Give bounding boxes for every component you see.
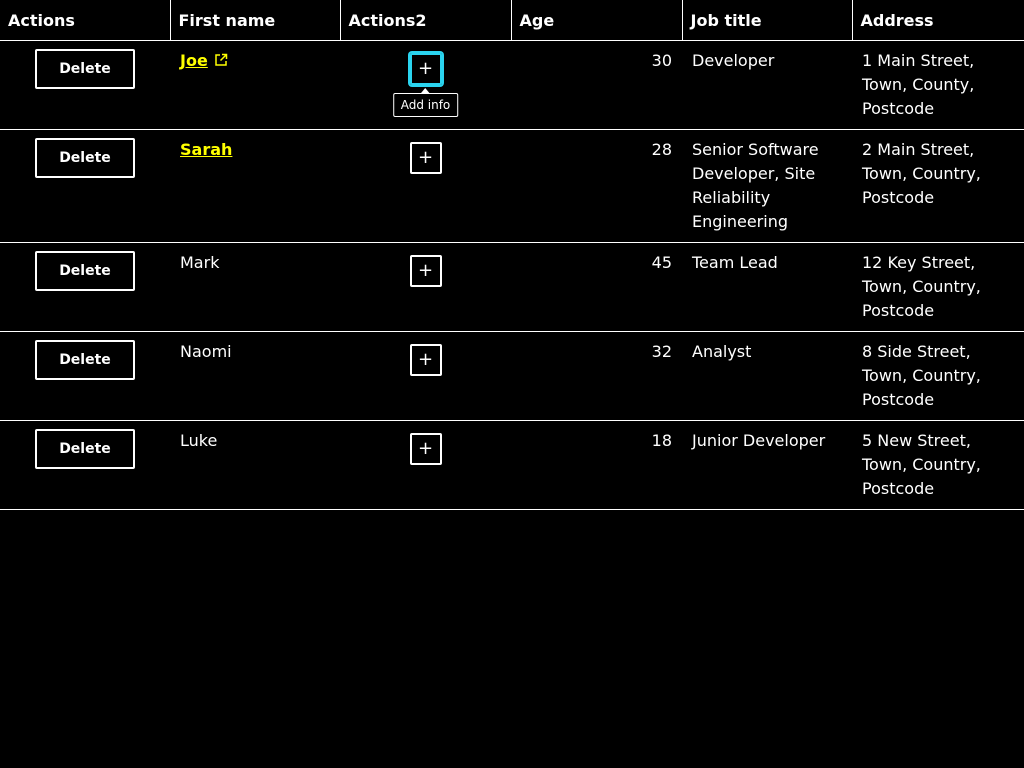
add-info-button[interactable]: + — [409, 433, 442, 465]
age-cell: 30 — [511, 40, 682, 130]
column-header-address: Address — [852, 0, 1024, 41]
people-table: Actions First name Actions2 Age Job titl… — [0, 0, 1024, 510]
age-cell: 32 — [511, 331, 682, 421]
table-row: Delete Mark + 45 Team Lead 12 Key Street… — [0, 242, 1024, 332]
column-header-job-title: Job title — [682, 0, 853, 41]
address-cell: 8 Side Street, Town, Country, Postcode — [852, 331, 1024, 421]
job-title-cell: Team Lead — [682, 242, 852, 332]
actions2-cell: + Add info — [340, 40, 511, 130]
actions2-cell: + — [340, 242, 511, 332]
external-link-icon — [214, 50, 228, 74]
actions2-cell: + — [340, 331, 511, 421]
table-row: Delete Naomi + 32 Analyst 8 Side Street,… — [0, 331, 1024, 421]
table-row: Delete Joe + Add info 30 Developer 1 Mai… — [0, 40, 1024, 130]
address-cell: 1 Main Street, Town, County, Postcode — [852, 40, 1024, 130]
age-cell: 45 — [511, 242, 682, 332]
add-info-button[interactable]: + — [409, 255, 442, 287]
age-cell: 28 — [511, 129, 682, 243]
first-name-link[interactable]: Joe — [180, 51, 208, 70]
actions2-cell: + — [340, 420, 511, 510]
first-name-cell: Joe — [170, 40, 340, 130]
address-cell: 2 Main Street, Town, Country, Postcode — [852, 129, 1024, 243]
first-name-cell: Naomi — [170, 331, 340, 421]
delete-button[interactable]: Delete — [35, 429, 135, 469]
column-header-actions2: Actions2 — [340, 0, 512, 41]
column-header-first-name: First name — [170, 0, 341, 41]
job-title-cell: Senior Software Developer, Site Reliabil… — [682, 129, 852, 243]
address-cell: 5 New Street, Town, Country, Postcode — [852, 420, 1024, 510]
actions-cell: Delete — [0, 420, 170, 510]
job-title-cell: Developer — [682, 40, 852, 130]
first-name-cell: Mark — [170, 242, 340, 332]
column-header-actions: Actions — [0, 0, 171, 41]
delete-button[interactable]: Delete — [35, 138, 135, 178]
add-info-button[interactable]: + — [409, 142, 442, 174]
add-info-button[interactable]: + — [409, 53, 442, 85]
add-info-tooltip: Add info — [392, 88, 459, 117]
first-name-cell: Luke — [170, 420, 340, 510]
header-row: Actions First name Actions2 Age Job titl… — [0, 0, 1024, 41]
table-row: Delete Sarah + 28 Senior Software Develo… — [0, 129, 1024, 243]
table-row: Delete Luke + 18 Junior Developer 5 New … — [0, 420, 1024, 510]
column-header-age: Age — [511, 0, 683, 41]
actions-cell: Delete — [0, 40, 170, 130]
actions-cell: Delete — [0, 129, 170, 243]
actions2-cell: + — [340, 129, 511, 243]
age-cell: 18 — [511, 420, 682, 510]
job-title-cell: Analyst — [682, 331, 852, 421]
actions-cell: Delete — [0, 331, 170, 421]
first-name-cell: Sarah — [170, 129, 340, 243]
address-cell: 12 Key Street, Town, Country, Postcode — [852, 242, 1024, 332]
first-name-link[interactable]: Sarah — [180, 140, 232, 159]
delete-button[interactable]: Delete — [35, 251, 135, 291]
delete-button[interactable]: Delete — [35, 49, 135, 89]
actions-cell: Delete — [0, 242, 170, 332]
delete-button[interactable]: Delete — [35, 340, 135, 380]
job-title-cell: Junior Developer — [682, 420, 852, 510]
add-info-button[interactable]: + — [409, 344, 442, 376]
